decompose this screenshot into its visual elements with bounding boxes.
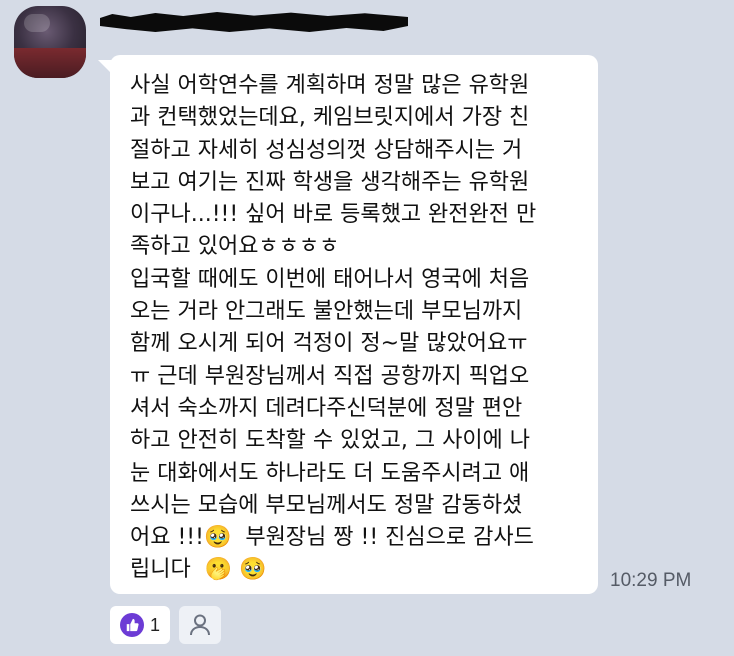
avatar-detail [14, 48, 86, 78]
message-line: 보고 여기는 진짜 학생을 생각해주는 유학원 [130, 169, 530, 195]
message-timestamp: 10:29 PM [610, 570, 692, 591]
message-line: 오는 거라 안그래도 불안했는데 부모님까지 [130, 299, 523, 325]
add-reaction-button[interactable] [179, 606, 222, 644]
message-line: 셔서 숙소까지 데려다주신덕분에 정말 편안 [130, 395, 523, 421]
message-line: 어요 !!!🥹 부원장님 짱 !! 진심으로 감사드 [130, 525, 534, 550]
message-line: 과 컨택했었는데요, 케임브릿지에서 가장 친 [130, 105, 530, 131]
message-line: 이구나...!!! 싶어 바로 등록했고 완전완전 만 [130, 202, 537, 228]
message-line: 함께 오시게 되어 걱정이 정~말 많았어요ㅠ [130, 331, 528, 357]
message-bubble[interactable]: 사실 어학연수를 계획하며 정말 많은 유학원 과 컨택했었는데요, 케임브릿지… [110, 55, 598, 594]
message-text: 사실 어학연수를 계획하며 정말 많은 유학원 과 컨택했었는데요, 케임브릿지… [130, 70, 580, 587]
like-count: 1 [150, 614, 161, 635]
message-line: 쓰시는 모습에 부모님께서도 정말 감동하셨 [130, 492, 523, 518]
sender-avatar[interactable] [14, 6, 86, 78]
pleading-face-emoji-icon: 🥹 [203, 525, 232, 551]
avatar-glare [24, 14, 50, 32]
message-line: 족하고 있어요ㅎㅎㅎㅎ [130, 234, 340, 260]
thumbs-up-icon [120, 613, 144, 637]
message-line-text: 립니다 [130, 557, 198, 583]
message-line: 절하고 자세히 성심성의껏 상담해주시는 거 [130, 137, 523, 163]
hand-over-mouth-emoji-icon: 🫢 [204, 557, 233, 583]
person-icon [190, 614, 211, 636]
message-line-text: 부원장님 짱 !! 진심으로 감사드 [231, 525, 534, 551]
pleading-face-emoji-icon: 🥹 [239, 557, 267, 583]
message-line: 사실 어학연수를 계획하며 정말 많은 유학원 [130, 73, 530, 98]
message-line: 눈 대화에서도 하나라도 더 도움주시려고 애 [130, 460, 530, 486]
message-line: ㅠ 근데 부원장님께서 직접 공항까지 픽업오 [130, 363, 530, 389]
reaction-bar: 1 [110, 606, 222, 644]
message-line: 립니다 🫢 🥹 [130, 557, 267, 582]
message-line: 입국할 때에도 이번에 태어나서 영국에 처음 [130, 266, 530, 292]
message-line: 하고 안전히 도착할 수 있었고, 그 사이에 나 [130, 428, 531, 454]
message-line-text: 어요 !!! [130, 525, 204, 551]
redacted-sender-name [100, 12, 408, 32]
like-reaction-button[interactable]: 1 [110, 606, 171, 644]
